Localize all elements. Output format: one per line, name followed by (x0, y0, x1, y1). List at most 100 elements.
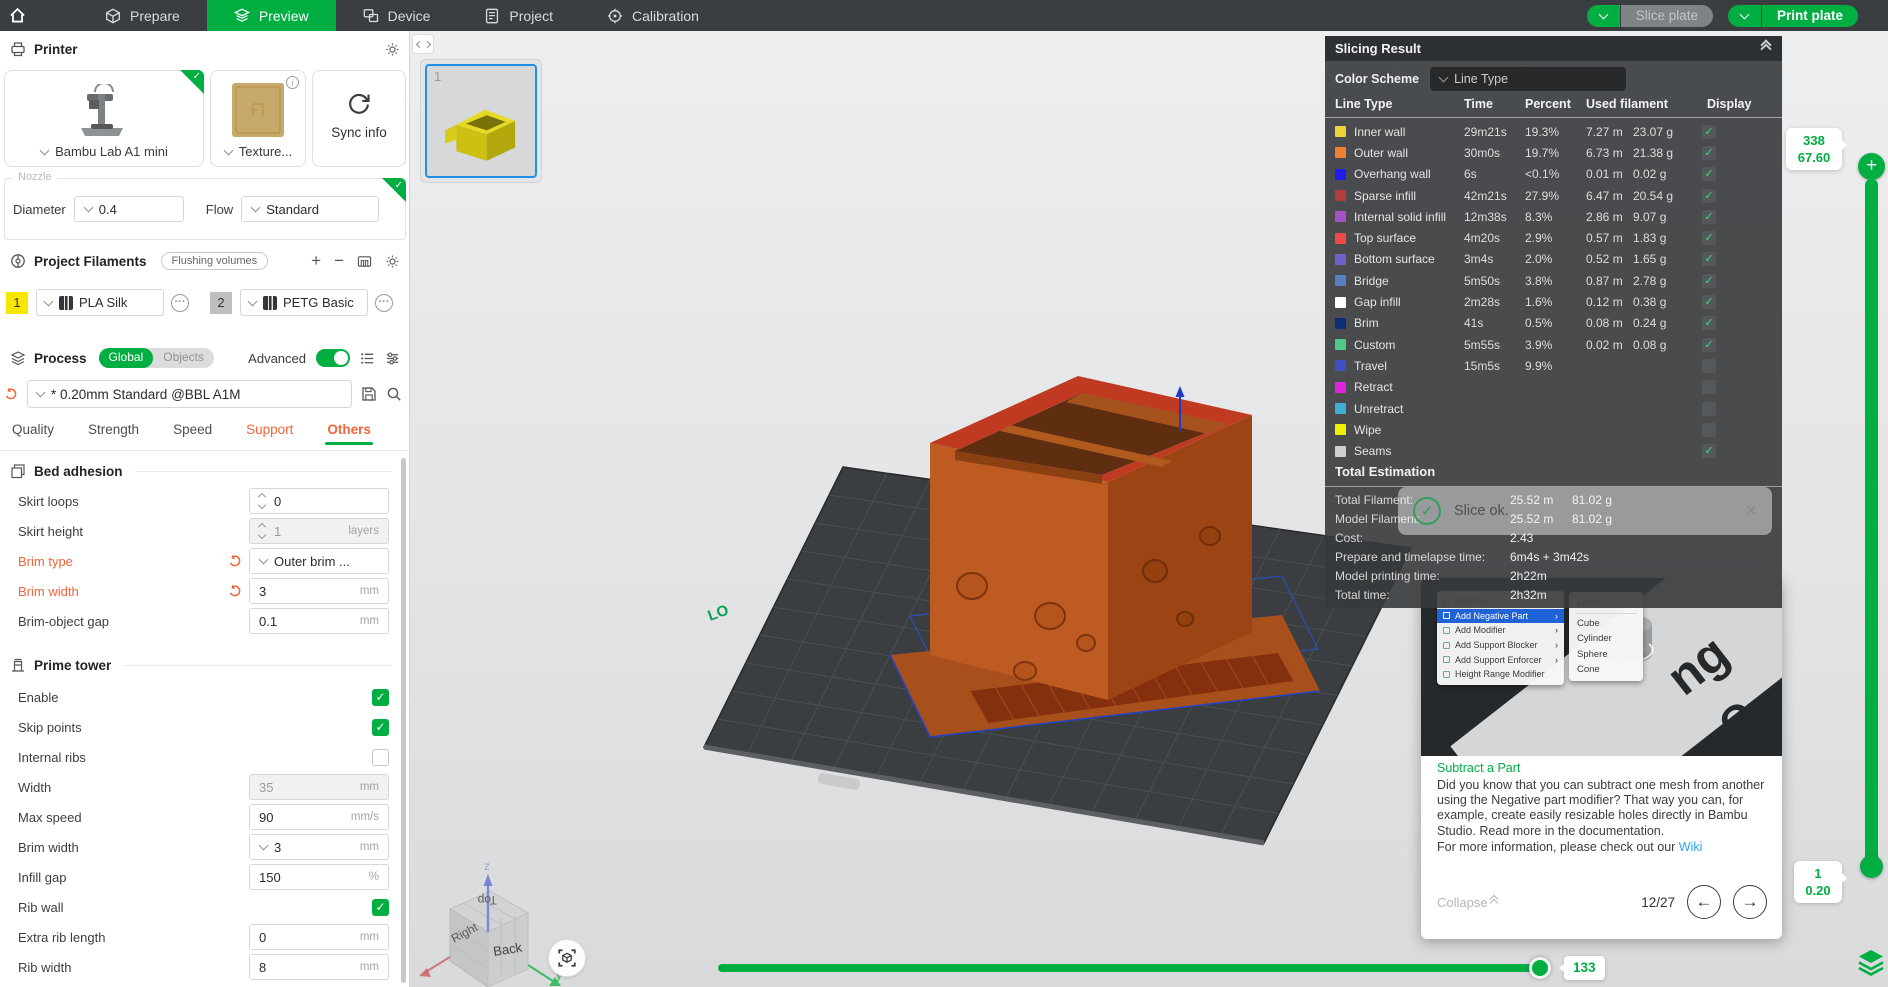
objects-toggle[interactable]: Objects (153, 348, 214, 368)
process-tab-support[interactable]: Support (246, 416, 293, 445)
nav-tab-prepare[interactable]: Prepare (78, 0, 207, 31)
nav-tab-device[interactable]: Device (336, 0, 458, 31)
filament-2-badge[interactable]: 2 (210, 292, 232, 314)
display-checkbox[interactable]: ✓ (1702, 252, 1716, 266)
reset-icon[interactable] (228, 584, 242, 598)
display-checkbox[interactable]: ✓ (1702, 189, 1716, 203)
display-checkbox[interactable]: ✓ (1702, 274, 1716, 288)
checkbox[interactable] (372, 749, 389, 766)
camera-view-button[interactable] (548, 939, 586, 977)
layer-range-slider[interactable] (1865, 179, 1878, 867)
remove-filament-button[interactable]: − (334, 251, 344, 271)
sidebar-scrollbar[interactable] (401, 458, 406, 983)
gear-icon[interactable] (385, 42, 400, 57)
select-field[interactable]: 3mm (249, 834, 389, 860)
next-tip-button[interactable]: → (1733, 885, 1767, 919)
add-layer-marker-button[interactable]: + (1858, 153, 1885, 180)
display-checkbox[interactable]: ✓ (1702, 210, 1716, 224)
input-field[interactable]: 1layers (249, 518, 389, 544)
layers-icon[interactable] (1856, 947, 1886, 977)
display-checkbox[interactable]: ✓ (1702, 444, 1716, 458)
sync-info-button[interactable]: Sync info (312, 70, 406, 167)
home-button[interactable] (0, 0, 34, 31)
gear-icon[interactable] (385, 254, 400, 269)
input-field[interactable]: 0 (249, 488, 389, 514)
line-type-color (1335, 360, 1346, 371)
nav-tab-preview[interactable]: Preview (207, 0, 336, 31)
input-field[interactable]: 8mm (249, 954, 389, 980)
color-scheme-select[interactable]: Line Type (1430, 67, 1626, 91)
reset-icon[interactable] (228, 554, 242, 568)
spinner-arrows[interactable] (259, 524, 265, 538)
print-plate-dropdown[interactable] (1728, 5, 1761, 27)
reset-icon[interactable] (4, 387, 18, 401)
filament-1-more-button[interactable]: ··· (171, 294, 189, 312)
cube-top-label[interactable]: Top (477, 893, 497, 907)
filament-1-select[interactable]: PLA Silk (36, 289, 164, 316)
display-checkbox[interactable]: ✓ (1702, 316, 1716, 330)
checkbox[interactable]: ✓ (372, 899, 389, 916)
diameter-select[interactable]: 0.4 (74, 196, 184, 222)
save-icon[interactable] (361, 386, 377, 402)
plate-type-card[interactable]: i Texture... (210, 70, 306, 167)
global-toggle[interactable]: Global (99, 348, 154, 368)
filament-2-select[interactable]: PETG Basic (240, 289, 368, 316)
display-checkbox[interactable]: ✓ (1702, 231, 1716, 245)
filament-2-more-button[interactable]: ··· (375, 294, 393, 312)
input-field[interactable]: 90mm/s (249, 804, 389, 830)
select-field[interactable]: Outer brim ... (249, 548, 389, 574)
preset-select[interactable]: * 0.20mm Standard @BBL A1M (27, 380, 352, 408)
display-checkbox[interactable] (1702, 380, 1716, 394)
previous-tip-button[interactable]: ← (1687, 885, 1721, 919)
spinner-arrows[interactable] (259, 494, 265, 508)
printer-select-card[interactable]: ✓ Bambu Lab A1 mini (4, 70, 204, 167)
layer-bottom-handle[interactable] (1860, 855, 1883, 878)
filament-list: 1 PLA Silk ··· 2 PETG Basic ··· (0, 282, 410, 322)
input-field[interactable]: 3mm (249, 578, 389, 604)
checkbox[interactable]: ✓ (372, 719, 389, 736)
advanced-toggle[interactable] (316, 349, 350, 367)
info-icon[interactable]: i (286, 76, 299, 89)
display-checkbox[interactable] (1702, 402, 1716, 416)
collapse-tip-button[interactable]: Collapse (1437, 895, 1497, 910)
list-icon[interactable] (360, 351, 375, 366)
tip-card: ng O Add Part›Add Negative Part›Add Modi… (1421, 578, 1782, 939)
slider-track[interactable] (718, 964, 1550, 972)
ams-icon[interactable] (357, 254, 372, 269)
input-field[interactable]: 35mm (249, 774, 389, 800)
display-checkbox[interactable]: ✓ (1702, 146, 1716, 160)
add-filament-button[interactable]: + (311, 251, 321, 271)
process-tab-strength[interactable]: Strength (88, 416, 139, 445)
process-tab-others[interactable]: Others (327, 416, 371, 445)
input-field[interactable]: 0.1mm (249, 608, 389, 634)
input-field[interactable]: 0mm (249, 924, 389, 950)
nav-tab-project[interactable]: Project (457, 0, 580, 31)
input-field[interactable]: 150% (249, 864, 389, 890)
display-checkbox[interactable]: ✓ (1702, 167, 1716, 181)
orientation-cube[interactable]: z y Top Right Back (419, 859, 562, 987)
process-tab-quality[interactable]: Quality (12, 416, 54, 445)
menu-item-icon (1443, 656, 1450, 663)
print-plate-button[interactable]: Print plate (1762, 5, 1858, 27)
collapse-panel-button[interactable] (1762, 45, 1772, 53)
slice-plate-dropdown[interactable] (1587, 5, 1620, 27)
display-checkbox[interactable]: ✓ (1702, 125, 1716, 139)
display-checkbox[interactable]: ✓ (1702, 338, 1716, 352)
wiki-link[interactable]: Wiki (1679, 840, 1703, 854)
filament-1-badge[interactable]: 1 (6, 292, 28, 314)
display-checkbox[interactable] (1702, 423, 1716, 437)
nav-tab-calibration[interactable]: Calibration (580, 0, 726, 31)
slice-plate-button[interactable]: Slice plate (1621, 5, 1713, 27)
param-row-rib-wall: Rib wall✓ (0, 892, 410, 922)
display-checkbox[interactable] (1702, 359, 1716, 373)
process-tab-speed[interactable]: Speed (173, 416, 212, 445)
close-icon[interactable]: × (1745, 501, 1757, 521)
checkbox[interactable]: ✓ (372, 689, 389, 706)
flushing-volumes-button[interactable]: Flushing volumes (161, 252, 269, 270)
project-icon (484, 8, 500, 24)
tune-icon[interactable] (385, 351, 400, 366)
flow-select[interactable]: Standard (241, 196, 379, 222)
search-icon[interactable] (386, 386, 402, 402)
slider-handle[interactable] (1529, 957, 1551, 979)
display-checkbox[interactable]: ✓ (1702, 295, 1716, 309)
